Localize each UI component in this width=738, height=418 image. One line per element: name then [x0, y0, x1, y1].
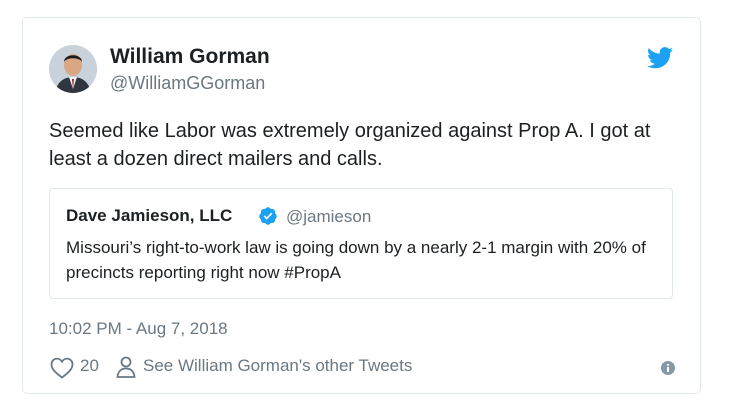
- info-icon[interactable]: [661, 361, 675, 375]
- tweet-timestamp[interactable]: 10:02 PM - Aug 7, 2018: [49, 319, 228, 339]
- tweet-text: Seemed like Labor was extremely organize…: [49, 120, 651, 170]
- avatar-image: [49, 45, 97, 93]
- see-other-tweets-link[interactable]: See William Gorman's other Tweets: [143, 356, 412, 376]
- embedded-tweet-card: William Gorman @WilliamGGorman Seemed li…: [22, 17, 701, 394]
- author-avatar[interactable]: [49, 45, 97, 93]
- quoted-author-handle: @jamieson: [286, 207, 372, 226]
- quoted-tweet-text: Missouri’s right-to-work law is going do…: [66, 238, 646, 282]
- like-count[interactable]: 20: [80, 356, 99, 376]
- quoted-tweet[interactable]: Dave Jamieson, LLC @jamieson Missouri’s …: [49, 188, 673, 299]
- heart-icon[interactable]: [50, 357, 74, 379]
- author-name[interactable]: William Gorman: [110, 45, 270, 69]
- person-icon[interactable]: [116, 356, 136, 378]
- twitter-bird-icon[interactable]: [647, 47, 673, 69]
- tweet-actions: 20 See William Gorman's other Tweets: [49, 356, 679, 379]
- quoted-author-name: Dave Jamieson, LLC: [66, 206, 233, 225]
- author-handle[interactable]: @WilliamGGorman: [110, 73, 265, 94]
- verified-badge-icon: [259, 207, 277, 225]
